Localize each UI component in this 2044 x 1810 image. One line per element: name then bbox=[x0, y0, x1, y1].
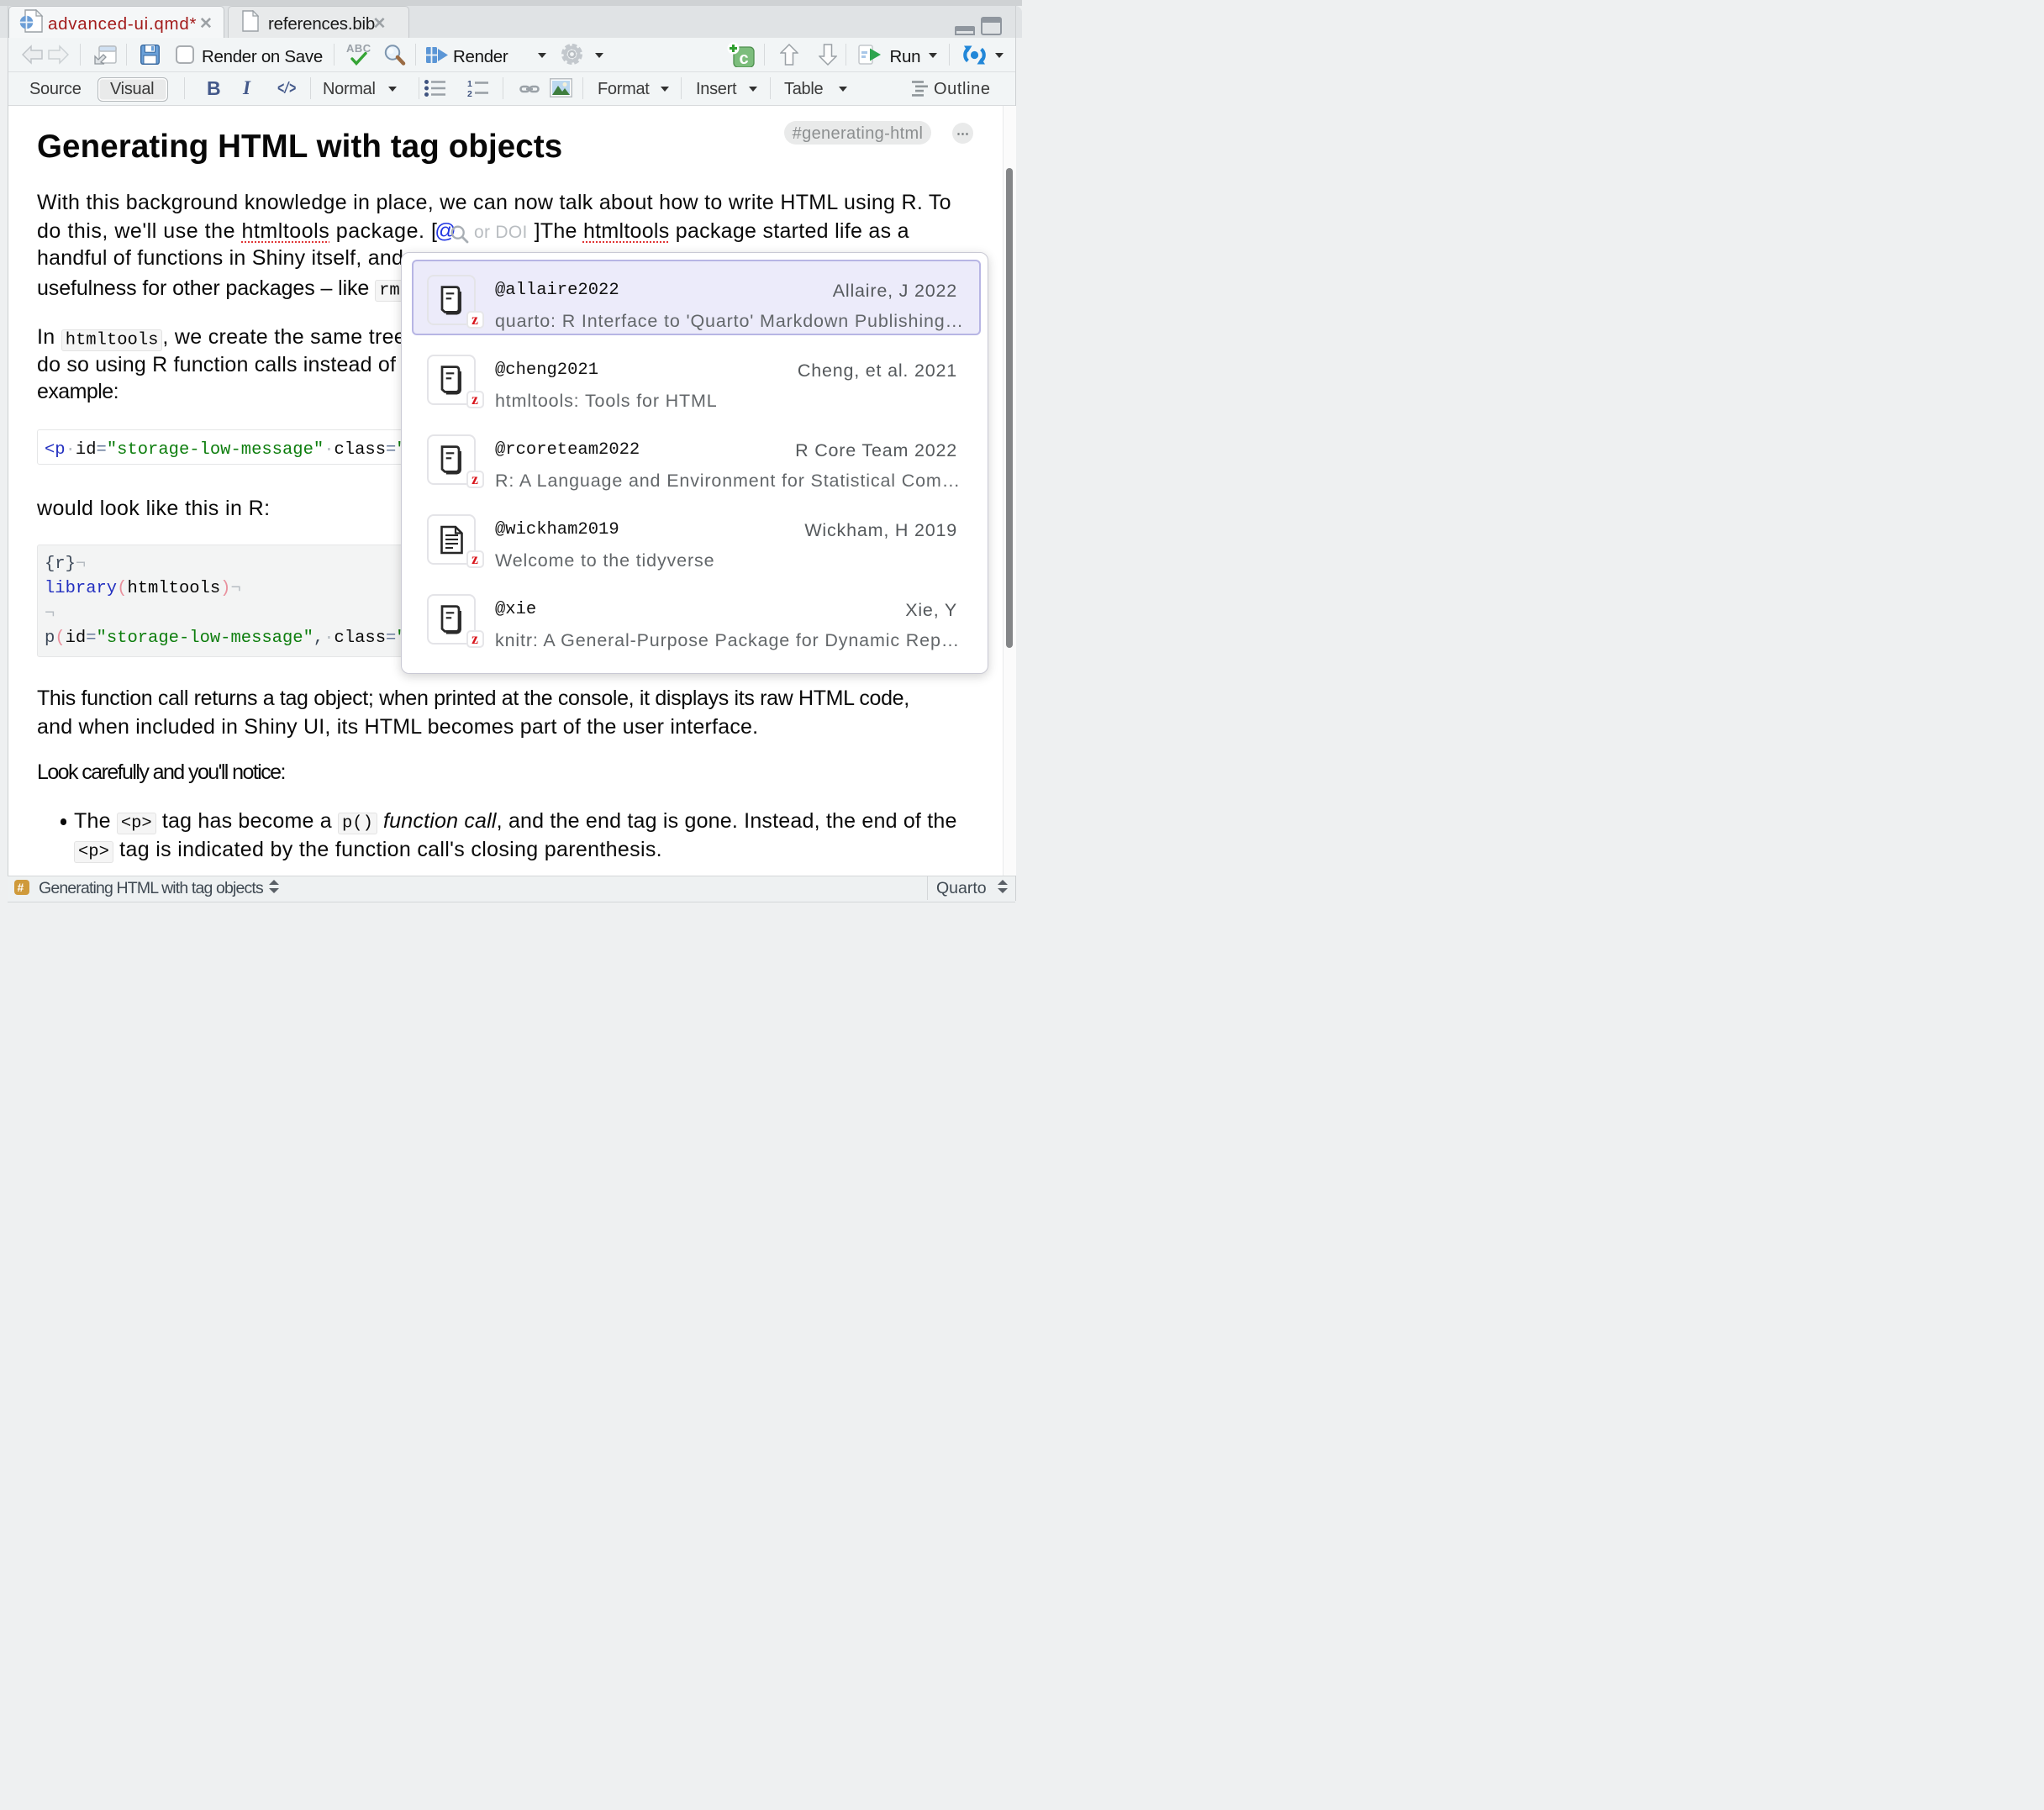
svg-text:c: c bbox=[739, 50, 748, 67]
svg-text:2: 2 bbox=[467, 89, 472, 97]
svg-text:1: 1 bbox=[467, 79, 472, 89]
